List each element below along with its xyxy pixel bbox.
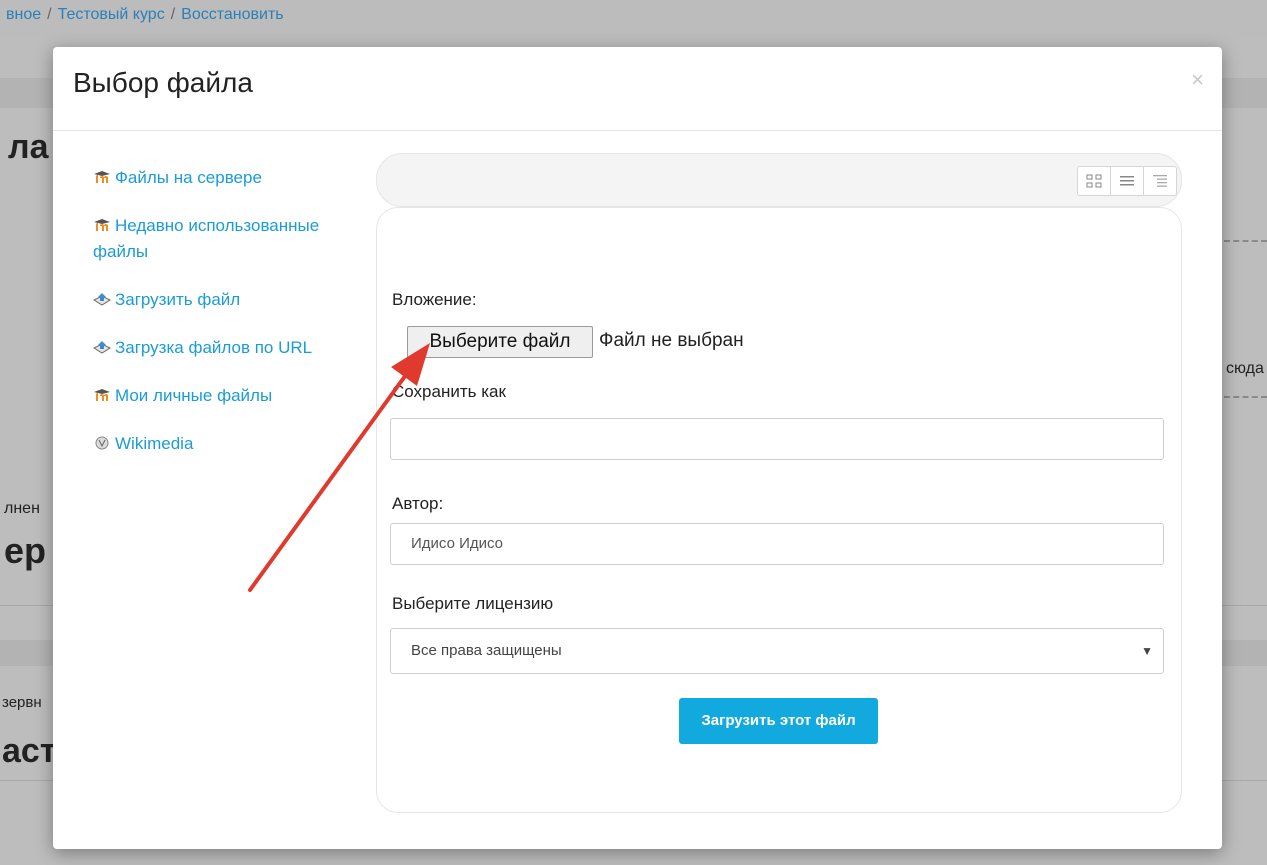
- annotation-arrow: [248, 343, 430, 592]
